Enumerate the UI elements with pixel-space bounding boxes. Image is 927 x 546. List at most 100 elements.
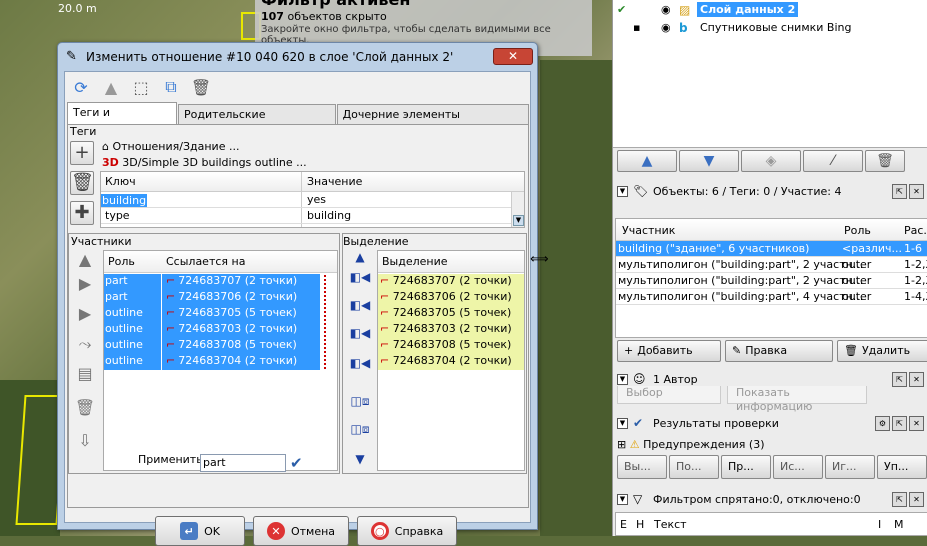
member-row[interactable]: outline ⌐ 724683703 (2 точки) (104, 322, 337, 338)
edit-button[interactable]: ✎ Правка (725, 340, 833, 362)
detach-icon[interactable]: ⇱ (892, 492, 907, 507)
close-icon[interactable]: ✕ (909, 372, 924, 387)
tab-child-elements[interactable]: Дочерние элементы отношения (336, 104, 530, 140)
detach-icon[interactable]: ⇱ (892, 184, 907, 199)
move-down-button[interactable]: ▼ (679, 150, 739, 172)
member-role[interactable]: outline (104, 354, 161, 370)
collapse-icon[interactable]: ▼ (617, 418, 628, 429)
selection-row[interactable]: ⌐ 724683706 (2 точки) (378, 290, 524, 306)
scroll-down-icon[interactable]: ▼ (348, 452, 372, 472)
paste-tags-button[interactable]: ✚ (70, 201, 94, 225)
add-tag-button[interactable]: + (70, 141, 94, 165)
validation-panel-header[interactable]: ▼ ✔ Результаты проверки ⚙ ⇱ ✕ (613, 414, 927, 434)
tag-value[interactable]: yes (307, 193, 326, 206)
delete-layer-button[interactable]: 🗑 (865, 150, 905, 172)
delete-tag-button[interactable]: 🗑 (70, 171, 94, 195)
filter-panel-header[interactable]: ▼ ▽ Фильтром спрятано:0, отключено:0 ⇱ ✕ (613, 490, 927, 510)
close-button[interactable]: ✕ (493, 48, 533, 65)
refresh-icon[interactable]: ⟳ (70, 76, 92, 98)
tag-value[interactable]: building (307, 209, 351, 222)
ok-button[interactable]: ↵ OK (155, 516, 245, 546)
tag-key[interactable]: building (101, 194, 148, 207)
collapse-icon[interactable]: ▼ (617, 374, 628, 385)
member-row[interactable]: outline ⌐ 724683708 (5 точек) (104, 338, 337, 354)
validation-ignore-button[interactable]: Иг... (825, 455, 875, 479)
tag-scrollbar[interactable]: ▼ (511, 192, 524, 227)
eye-icon[interactable]: ◉ (661, 21, 671, 34)
add-button[interactable]: + Добавить (617, 340, 721, 362)
detach-icon[interactable]: ⇱ (892, 416, 907, 431)
selection-row[interactable]: ⌐ 724683707 (2 точки) (378, 274, 524, 290)
validation-zoom-button[interactable]: По... (669, 455, 719, 479)
move-up-icon[interactable]: ▲ (71, 250, 99, 274)
member-role[interactable]: outline (104, 306, 161, 322)
add-to-start-icon[interactable]: ◧◀ (348, 270, 372, 290)
member-role[interactable]: part (104, 290, 161, 306)
member-row[interactable]: outline ⌐ 724683705 (5 точек) (104, 306, 337, 322)
replace-icon[interactable]: ◫⧈ (348, 422, 372, 442)
validation-upload-button[interactable]: Уп... (877, 455, 927, 479)
member-role[interactable]: part (104, 274, 161, 290)
close-icon[interactable]: ✕ (909, 492, 924, 507)
object-row[interactable]: мультиполигон ("building:part", 2 участн… (616, 273, 927, 289)
member-row[interactable]: part ⌐ 724683707 (2 точки) (104, 274, 337, 290)
selection-row[interactable]: ⌐ 724683703 (2 точки) (378, 322, 524, 338)
document-icon[interactable]: ▤ (71, 364, 99, 388)
cancel-button[interactable]: ✕ Отмена (253, 516, 349, 546)
member-action-icon[interactable]: ▶ (71, 304, 99, 328)
member-role[interactable]: outline (104, 322, 161, 338)
trash-icon[interactable]: 🗑 (71, 398, 99, 422)
role-input[interactable]: part (200, 454, 286, 472)
chevron-down-icon[interactable]: ▼ (513, 215, 524, 226)
scroll-up-icon[interactable]: ▲ (348, 250, 372, 270)
select-icon[interactable]: ⬚ (130, 76, 152, 98)
layer-name[interactable]: Слой данных 2 (697, 2, 799, 17)
selection-row[interactable]: ⌐ 724683708 (5 точек) (378, 338, 524, 354)
selection-row[interactable]: ⌐ 724683704 (2 точки) (378, 354, 524, 370)
object-row[interactable]: building ("здание", 6 участников) <различ… (616, 241, 927, 257)
select-author-button[interactable]: Выбор (617, 386, 721, 404)
dialog-titlebar[interactable]: ✎ Изменить отношение #10 040 620 в слое … (58, 43, 537, 71)
delete-button[interactable]: 🗑 Удалить (837, 340, 927, 362)
layer-item[interactable]: ▪ ◉ b Спутниковые снимки Bing (613, 19, 927, 37)
detach-icon[interactable]: ⇱ (892, 372, 907, 387)
add-after-icon[interactable]: ◧◀ (348, 326, 372, 346)
tag-key[interactable]: type (105, 209, 130, 222)
tag-row[interactable]: type building (101, 208, 524, 224)
duplicate-icon[interactable]: ⧉ (160, 76, 182, 98)
object-row[interactable]: мультиполигон ("building:part", 4 участн… (616, 289, 927, 305)
object-row[interactable]: мультиполигон ("building:part", 2 участн… (616, 257, 927, 273)
close-icon[interactable]: ✕ (909, 416, 924, 431)
sort-icon[interactable]: ⤳ (71, 334, 99, 358)
validation-select-button[interactable]: Вы... (617, 455, 667, 479)
add-to-end-icon[interactable]: ◧◀ (348, 356, 372, 376)
member-row[interactable]: outline ⌐ 724683704 (2 точки) (104, 354, 337, 370)
member-action-icon[interactable]: ▶ (71, 274, 99, 298)
merge-button[interactable]: ◈ (741, 150, 801, 172)
warnings-node[interactable]: ⊞ ⚠ Предупреждения (3) (617, 438, 765, 451)
layer-item[interactable]: ✔ ◉ ▨ Слой данных 2 (613, 1, 927, 19)
show-info-button[interactable]: Показать информацию (727, 386, 867, 413)
tab-tags-members[interactable]: Теги и участники (67, 102, 178, 138)
add-before-icon[interactable]: ◧◀ (348, 298, 372, 318)
validation-fix-button[interactable]: Ис... (773, 455, 823, 479)
move-up-button[interactable]: ▲ (617, 150, 677, 172)
apply-role-check-icon[interactable]: ✔ (290, 454, 310, 472)
tag-row[interactable]: building yes (101, 192, 524, 208)
help-button[interactable]: ○ Справка (357, 516, 457, 546)
tab-parent-relations[interactable]: Родительские отношения (178, 104, 336, 140)
close-icon[interactable]: ✕ (909, 184, 924, 199)
trash-icon[interactable]: 🗑 (190, 76, 212, 98)
objects-panel-header[interactable]: ▼ 🏷 Объекты: 6 / Теги: 0 / Участие: 4 ⇱ ✕ (613, 182, 927, 202)
member-row[interactable]: part ⌐ 724683706 (2 точки) (104, 290, 337, 306)
layer-name[interactable]: Спутниковые снимки Bing (697, 20, 854, 35)
selection-row[interactable]: ⌐ 724683705 (5 точек) (378, 306, 524, 322)
member-role[interactable]: outline (104, 338, 161, 354)
collapse-icon[interactable]: ▼ (617, 494, 628, 505)
collapse-icon[interactable]: ▼ (617, 186, 628, 197)
settings-button[interactable]: ⁄ (803, 150, 863, 172)
move-down-icon[interactable]: ⇩ (71, 431, 99, 455)
download-icon[interactable]: ▲ (100, 76, 122, 98)
replace-icon[interactable]: ◫⧈ (348, 394, 372, 414)
eye-icon[interactable]: ◉ (661, 3, 671, 16)
